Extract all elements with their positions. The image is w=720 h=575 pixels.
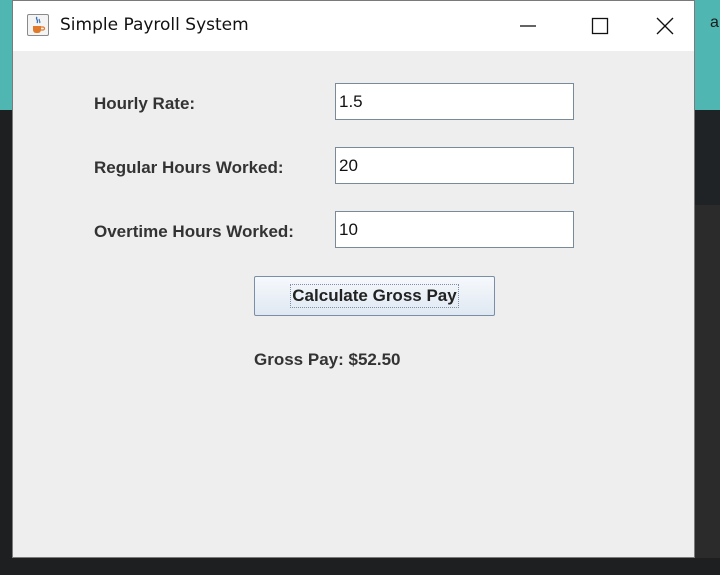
close-icon [656, 17, 674, 35]
title-bar[interactable]: Simple Payroll System [13, 1, 694, 51]
calculate-button-label: Calculate Gross Pay [290, 284, 459, 308]
payroll-window: Simple Payroll System Hourly Rate: Regul… [12, 0, 695, 558]
calculate-gross-pay-button[interactable]: Calculate Gross Pay [254, 276, 495, 316]
close-button[interactable] [636, 1, 694, 51]
minimize-icon [520, 25, 536, 27]
overtime-hours-label: Overtime Hours Worked: [94, 222, 294, 241]
maximize-button[interactable] [564, 1, 636, 51]
taskbar-edge [0, 558, 720, 575]
hourly-rate-label: Hourly Rate: [94, 94, 196, 113]
regular-hours-input[interactable] [335, 147, 574, 184]
overtime-hours-input[interactable] [335, 211, 574, 248]
regular-hours-label: Regular Hours Worked: [94, 158, 284, 177]
minimize-button[interactable] [492, 1, 564, 51]
window-title: Simple Payroll System [60, 15, 249, 35]
background-window-text: a [710, 14, 719, 31]
hourly-rate-input[interactable] [335, 83, 574, 120]
gross-pay-result: Gross Pay: $52.50 [254, 350, 401, 369]
java-cup-icon [27, 14, 49, 36]
maximize-icon [591, 17, 609, 35]
